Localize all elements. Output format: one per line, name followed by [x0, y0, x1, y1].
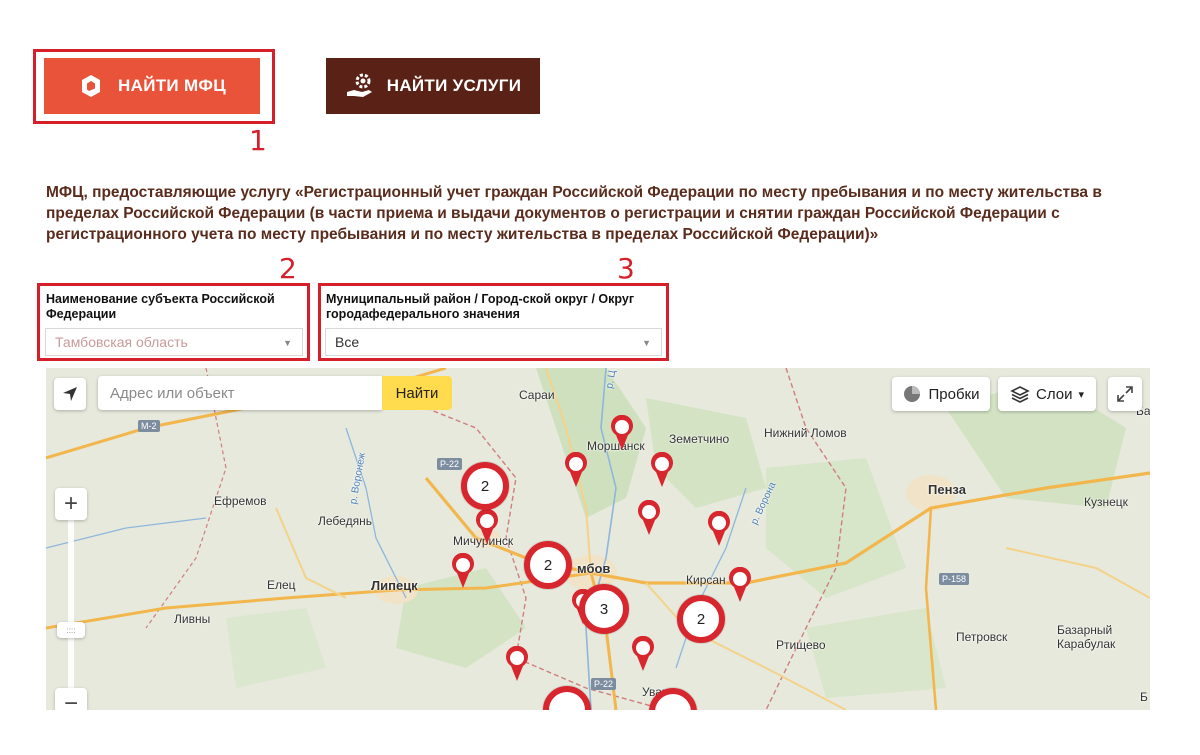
place-label: Кирсан	[686, 573, 726, 587]
service-description: МФЦ, предоставляющие услугу «Регистрацио…	[46, 184, 1102, 243]
region-label: Наименование субъекта Российской Федерац…	[46, 292, 275, 321]
layers-label: Слои	[1035, 385, 1073, 403]
place-label: Петровск	[956, 630, 1008, 644]
mfc-cluster[interactable]: 2	[461, 462, 509, 510]
chevron-down-icon: ▼	[283, 338, 292, 348]
place-label: Сараи	[519, 388, 555, 402]
road-sign: Р-22	[437, 458, 463, 470]
mfc-location-pin[interactable]	[563, 452, 589, 488]
annotation-2: 2	[279, 252, 297, 285]
place-label: Пенза	[928, 482, 966, 497]
mfc-location-pin[interactable]	[504, 646, 530, 682]
find-services-button[interactable]: НАЙТИ УСЛУГИ	[326, 58, 540, 114]
map-search-button[interactable]: Найти	[382, 376, 452, 410]
place-label: Базарный Карабулак	[1057, 623, 1116, 651]
mfc-cluster[interactable]: 2	[524, 541, 572, 589]
map-search-input[interactable]: Адрес или объект	[98, 376, 382, 410]
map[interactable]: Сараи Моршанск Земетчино Нижний Ломов Еф…	[46, 368, 1150, 710]
traffic-button[interactable]: Пробки	[892, 377, 990, 411]
annotation-1: 1	[249, 124, 267, 157]
place-label: Ливны	[174, 612, 211, 626]
region-select-value: Тамбовская область	[55, 334, 188, 350]
place-label: Ефремов	[214, 494, 267, 508]
expand-icon	[1117, 386, 1133, 402]
district-select[interactable]: Все ▼	[325, 328, 662, 356]
district-select-value: Все	[335, 334, 360, 350]
find-mfc-button[interactable]: НАЙТИ МФЦ	[44, 58, 260, 114]
place-label: Нижний Ломов	[764, 426, 847, 440]
place-label: Елец	[267, 578, 296, 592]
hand-gear-icon	[346, 73, 372, 97]
location-arrow-icon	[63, 387, 77, 401]
zoom-slider-handle[interactable]: ::::	[57, 622, 85, 638]
mfc-cluster[interactable]: 3	[579, 584, 629, 634]
place-label: мбов	[577, 561, 611, 576]
layers-button[interactable]: Слои ▾	[998, 377, 1096, 411]
place-label: Кузнецк	[1084, 495, 1128, 509]
mfc-cluster[interactable]: 2	[677, 595, 725, 643]
traffic-label: Пробки	[928, 385, 980, 403]
find-services-label: НАЙТИ УСЛУГИ	[386, 76, 522, 95]
mfc-location-pin[interactable]	[450, 553, 476, 589]
mfc-location-pin[interactable]	[630, 636, 656, 672]
place-label: Б	[1140, 690, 1148, 704]
place-label: Лебедянь	[318, 514, 372, 528]
geolocation-button[interactable]	[54, 378, 86, 410]
region-select[interactable]: Тамбовская область ▼	[45, 328, 303, 356]
fullscreen-button[interactable]	[1108, 377, 1142, 411]
layers-icon	[1010, 386, 1030, 403]
place-label: Липецк	[371, 578, 418, 593]
mfc-location-pin[interactable]	[727, 567, 753, 603]
mfc-logo-icon	[82, 75, 101, 97]
mfc-location-pin[interactable]	[636, 500, 662, 536]
annotation-3: 3	[617, 252, 635, 285]
chevron-down-icon: ▾	[1078, 388, 1084, 401]
place-label: Ртищево	[776, 638, 826, 652]
chevron-down-icon: ▼	[642, 338, 651, 348]
road-sign: Р-22	[591, 678, 617, 690]
mfc-location-pin[interactable]	[706, 511, 732, 547]
zoom-out-button[interactable]: −	[55, 688, 87, 710]
mfc-location-pin[interactable]	[474, 509, 500, 545]
find-mfc-label: НАЙТИ МФЦ	[118, 76, 226, 95]
map-background	[46, 368, 1150, 710]
mfc-location-pin[interactable]	[649, 452, 675, 488]
zoom-out-label: −	[63, 690, 78, 710]
traffic-light-icon	[903, 386, 920, 402]
mfc-location-pin[interactable]	[609, 415, 635, 451]
zoom-in-label: +	[63, 490, 78, 517]
district-label: Муниципальный район / Город-ской округ /…	[326, 292, 635, 321]
road-sign: М-2	[138, 420, 160, 432]
place-label: Земетчино	[669, 432, 730, 446]
road-sign: Р-158	[939, 573, 970, 585]
zoom-in-button[interactable]: +	[55, 488, 87, 520]
